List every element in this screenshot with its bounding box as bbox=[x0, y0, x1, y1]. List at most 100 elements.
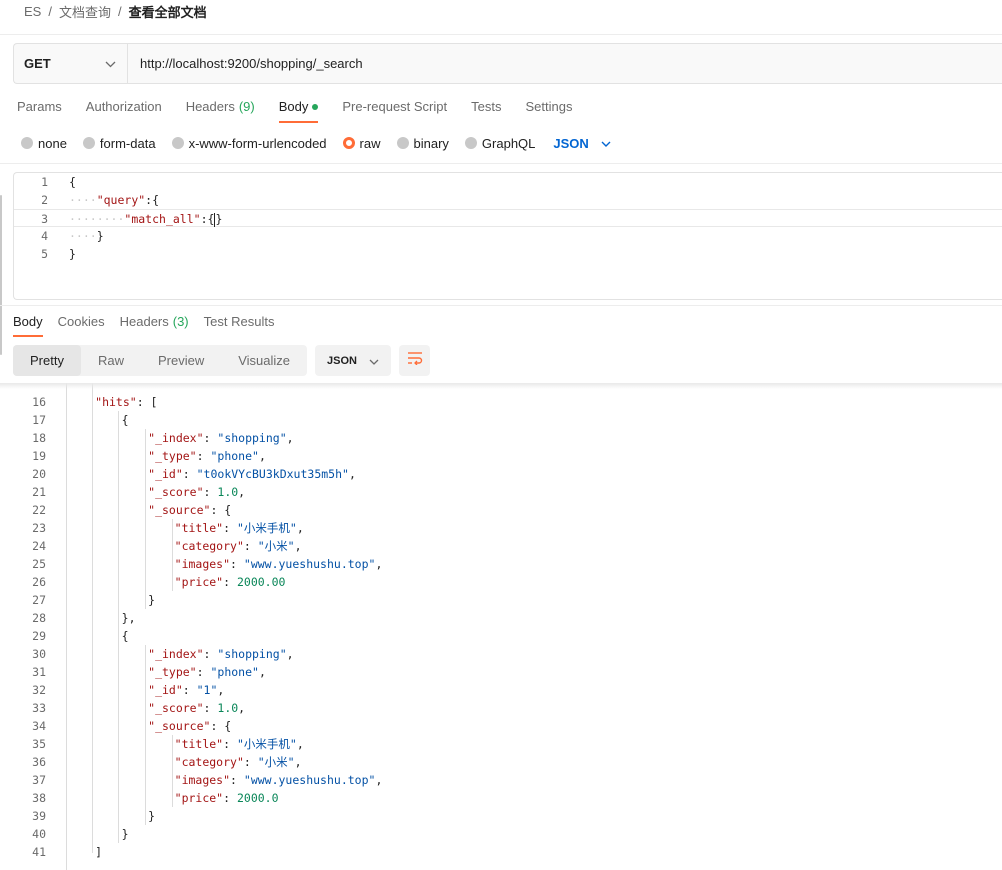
code-token: } bbox=[215, 212, 223, 226]
code-token: "price" bbox=[174, 791, 224, 805]
breadcrumb-item-es[interactable]: ES bbox=[24, 4, 41, 19]
code-token: : bbox=[196, 449, 211, 463]
line-code: }, bbox=[122, 609, 136, 627]
code-token: "小米" bbox=[257, 539, 295, 553]
response-tab-cookies[interactable]: Cookies bbox=[58, 310, 105, 334]
response-line: 31 "_type": "phone", bbox=[0, 663, 1002, 681]
body-type-form-data[interactable]: form-data bbox=[82, 135, 156, 151]
code-token: }, bbox=[121, 611, 136, 625]
tab-label: Tests bbox=[471, 99, 502, 114]
tab-body[interactable]: Body bbox=[278, 95, 319, 123]
tab-label: Cookies bbox=[57, 314, 105, 329]
request-body-editor[interactable]: 1{2 ····"query":{3 ········"match_all":{} 4… bbox=[13, 172, 1002, 300]
line-code: "_score": 1.0, bbox=[148, 483, 245, 501]
radio-button[interactable] bbox=[171, 137, 184, 149]
body-format-select[interactable]: JSON bbox=[553, 136, 611, 151]
radio-button[interactable] bbox=[21, 137, 33, 149]
breadcrumb-current[interactable]: 查看全部文档 bbox=[129, 2, 207, 21]
code-token: ···· bbox=[96, 212, 125, 226]
indent-guide bbox=[145, 645, 146, 825]
code-token: : bbox=[203, 647, 218, 661]
tab-settings[interactable]: Settings bbox=[525, 95, 572, 119]
tab-label: Headers bbox=[185, 99, 235, 114]
body-type-raw[interactable]: raw bbox=[342, 135, 381, 151]
radio-button[interactable] bbox=[396, 137, 409, 149]
code-token: { bbox=[121, 413, 129, 427]
code-token: "category" bbox=[174, 539, 244, 553]
response-line: 27} bbox=[0, 591, 1002, 609]
tab-params[interactable]: Params bbox=[17, 95, 62, 119]
body-type-label: form-data bbox=[99, 135, 156, 151]
line-number: 20 bbox=[32, 467, 46, 481]
breadcrumb-separator: / bbox=[117, 3, 122, 19]
response-tab-test-results[interactable]: Test Results bbox=[204, 310, 275, 334]
url-input[interactable]: http://localhost:9200/shopping/_search bbox=[128, 44, 1002, 83]
response-line: 23 "title": "小米手机", bbox=[0, 519, 1002, 537]
wrap-lines-button[interactable] bbox=[399, 345, 431, 376]
code-token: : bbox=[182, 683, 197, 697]
response-tab-headers[interactable]: Headers (3) bbox=[120, 310, 189, 334]
code-token: "match_all" bbox=[124, 212, 201, 226]
tab-pre-request-script[interactable]: Pre-request Script bbox=[342, 95, 447, 119]
line-code: ····"query":{ bbox=[69, 191, 159, 209]
line-number: 32 bbox=[32, 683, 46, 697]
code-token: : bbox=[203, 485, 218, 499]
view-mode-raw[interactable]: Raw bbox=[81, 345, 141, 376]
chevron-down-icon bbox=[105, 56, 116, 71]
code-token: "小米" bbox=[257, 755, 295, 769]
response-line: 34 "_source": { bbox=[0, 717, 1002, 735]
line-code: "_index": "shopping", bbox=[148, 429, 293, 447]
line-code: "_score": 1.0, bbox=[148, 699, 245, 717]
view-mode-visualize[interactable]: Visualize bbox=[221, 345, 307, 376]
method-select[interactable]: GET bbox=[14, 44, 128, 83]
tab-tests[interactable]: Tests bbox=[471, 95, 501, 119]
editor-line: 5} bbox=[14, 245, 1002, 263]
tab-label: Test Results bbox=[203, 314, 275, 329]
code-token: "小米手机" bbox=[236, 737, 297, 751]
response-body-viewer[interactable]: 16 "hits": [17 {18 "_index": "shopping", 19 "… bbox=[0, 383, 1002, 870]
line-code: "hits": [ bbox=[95, 393, 157, 411]
line-number: 22 bbox=[32, 503, 46, 517]
radio-button[interactable] bbox=[464, 137, 477, 149]
view-mode-pretty[interactable]: Pretty bbox=[13, 345, 81, 376]
code-token: : bbox=[203, 701, 218, 715]
body-type-x-www-form-urlencoded[interactable]: x-www-form-urlencoded bbox=[171, 136, 327, 151]
tab-headers[interactable]: Headers (9) bbox=[186, 95, 255, 119]
tab-authorization[interactable]: Authorization bbox=[86, 95, 162, 119]
breadcrumb-item-folder[interactable]: 文档查询 bbox=[59, 2, 111, 21]
code-token: } bbox=[148, 593, 156, 607]
response-tabs: Body Cookies Headers (3) Test Results bbox=[13, 310, 289, 338]
code-token: { bbox=[69, 175, 76, 189]
radio-button[interactable] bbox=[82, 137, 95, 149]
body-type-label: raw bbox=[359, 135, 381, 151]
method-label: GET bbox=[24, 56, 51, 71]
line-code: "category": "小米", bbox=[175, 537, 302, 555]
editor-line: 1{ bbox=[14, 173, 1002, 191]
body-type-none[interactable]: none bbox=[21, 136, 67, 151]
code-token: : bbox=[243, 755, 258, 769]
code-token: , bbox=[217, 683, 225, 697]
scroll-shadow bbox=[0, 383, 1002, 389]
code-token: , bbox=[375, 557, 383, 571]
code-token: , bbox=[238, 485, 246, 499]
code-token: , bbox=[296, 737, 304, 751]
code-token: "_type" bbox=[148, 665, 197, 679]
line-code: { bbox=[122, 411, 129, 429]
response-format-label: JSON bbox=[327, 354, 357, 367]
code-token: "phone" bbox=[210, 449, 259, 463]
body-type-binary[interactable]: binary bbox=[396, 136, 449, 151]
response-tab-body[interactable]: Body bbox=[13, 310, 43, 337]
radio-button[interactable] bbox=[342, 137, 355, 149]
indent-guide bbox=[145, 429, 146, 609]
code-token: : bbox=[230, 557, 244, 571]
code-token: , bbox=[348, 467, 356, 481]
code-token: , bbox=[258, 449, 266, 463]
left-scrollbar[interactable] bbox=[0, 195, 2, 355]
code-token: } bbox=[96, 229, 104, 243]
view-mode-preview[interactable]: Preview bbox=[141, 345, 221, 376]
chevron-down-icon bbox=[369, 354, 379, 368]
body-type-graphql[interactable]: GraphQL bbox=[464, 136, 535, 151]
response-format-select[interactable]: JSON bbox=[315, 345, 392, 376]
response-line: 19 "_type": "phone", bbox=[0, 447, 1002, 465]
response-line: 22 "_source": { bbox=[0, 501, 1002, 519]
